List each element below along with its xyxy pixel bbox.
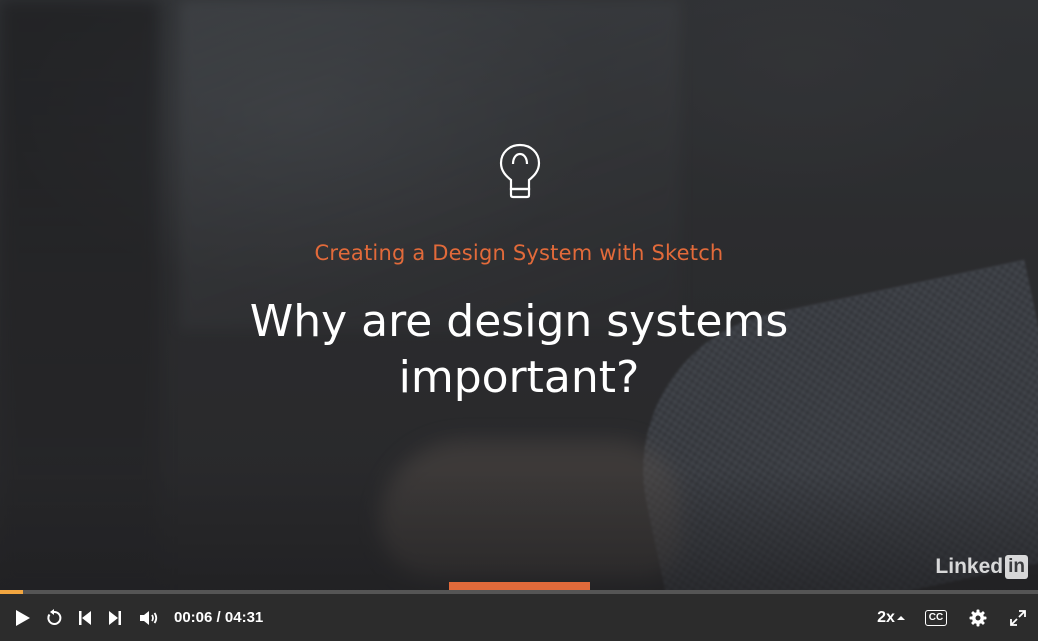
speed-label: 2x xyxy=(877,608,895,626)
replay-icon xyxy=(47,608,62,625)
skip-previous-icon xyxy=(79,610,91,625)
fullscreen-icon xyxy=(1010,609,1026,626)
fullscreen-button[interactable] xyxy=(1004,594,1032,641)
current-time: 00:06 xyxy=(174,609,213,626)
settings-gear-icon xyxy=(969,609,987,626)
captions-label: CC xyxy=(924,609,948,626)
settings-button[interactable] xyxy=(964,594,992,641)
volume-icon xyxy=(140,610,158,625)
linkedin-logo-box: in xyxy=(1005,555,1028,579)
lightbulb-icon xyxy=(499,143,541,199)
linkedin-logo-text: Linked xyxy=(935,555,1004,578)
linkedin-logo: Linked in xyxy=(935,555,1028,579)
replay-button[interactable] xyxy=(42,594,66,641)
speed-up-arrow-icon xyxy=(896,615,905,620)
play-button[interactable] xyxy=(10,594,36,641)
control-bar: 00:06 / 04:31 2x CC xyxy=(0,594,1038,641)
next-button[interactable] xyxy=(104,594,126,641)
video-frame[interactable]: Creating a Design System with Sketch Why… xyxy=(0,0,1038,590)
skip-next-icon xyxy=(109,610,121,625)
chapter-marker xyxy=(449,582,590,590)
course-title: Creating a Design System with Sketch xyxy=(314,241,724,265)
time-separator: / xyxy=(212,609,225,626)
volume-button[interactable] xyxy=(136,594,162,641)
previous-button[interactable] xyxy=(74,594,96,641)
duration: 04:31 xyxy=(224,609,264,626)
video-heading: Why are design systems important? xyxy=(249,296,789,403)
time-display: 00:06 / 04:31 xyxy=(174,594,263,641)
playback-speed-button[interactable]: 2x xyxy=(872,594,910,641)
captions-button[interactable]: CC xyxy=(920,594,952,641)
play-icon xyxy=(16,609,30,626)
